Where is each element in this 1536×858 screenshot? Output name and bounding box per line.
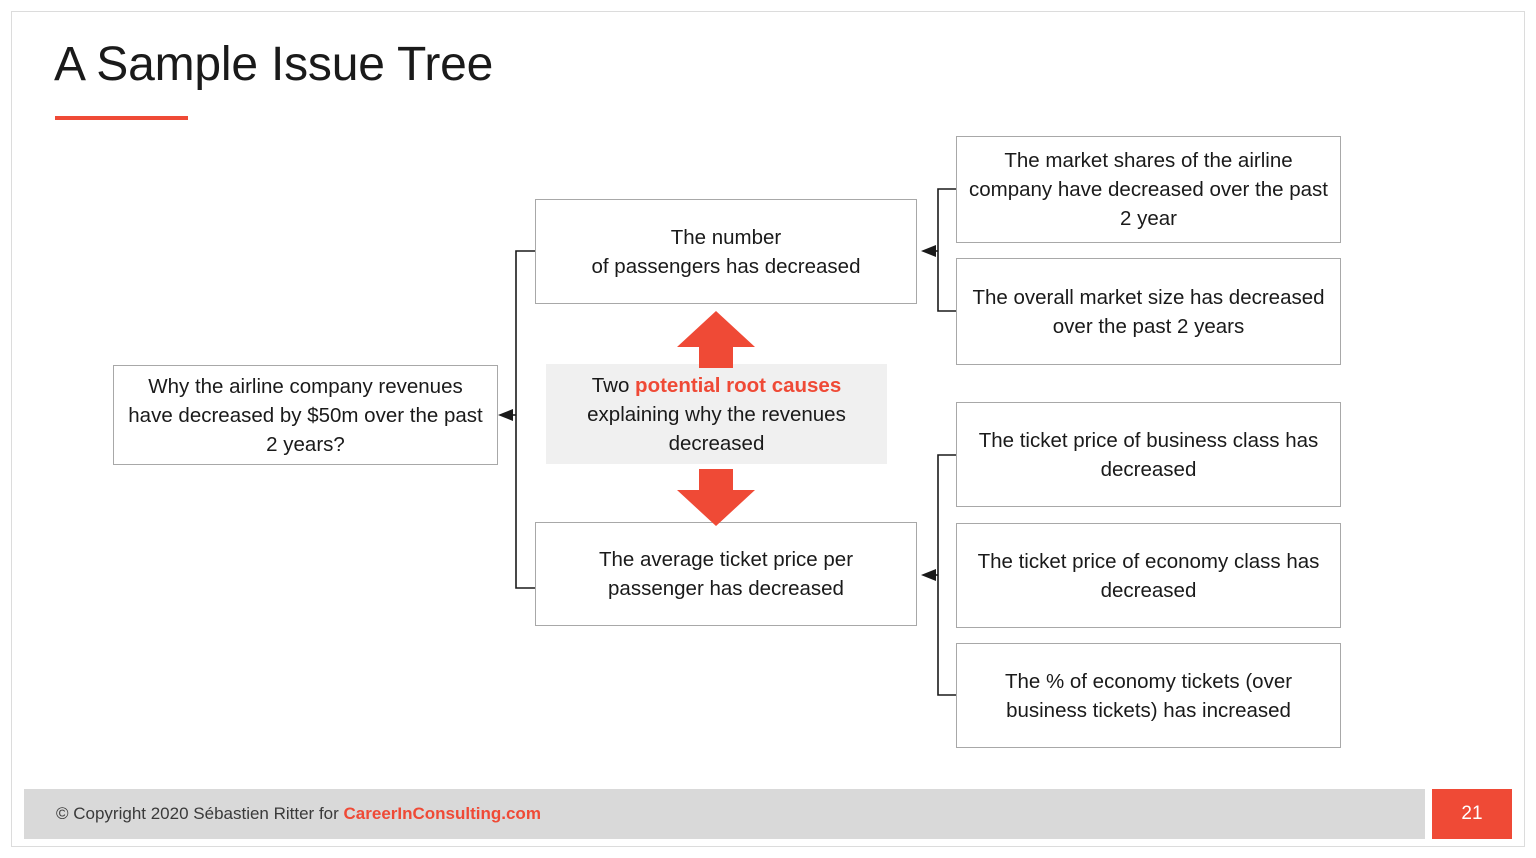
node-passengers[interactable]: The number of passengers has decreased bbox=[535, 199, 917, 304]
node-passengers-line2: of passengers has decreased bbox=[591, 254, 861, 278]
node-economy-ticket-share[interactable]: The % of economy tickets (over business … bbox=[956, 643, 1341, 748]
page-number-badge: 21 bbox=[1432, 789, 1512, 839]
callout-highlight: potential root causes bbox=[635, 373, 842, 397]
footer-copyright: © Copyright 2020 Sébastien Ritter for Ca… bbox=[56, 804, 541, 824]
node-market-shares-label: The market shares of the airline company… bbox=[969, 149, 1328, 230]
node-market-size[interactable]: The overall market size has decreased ov… bbox=[956, 258, 1341, 365]
node-ticket-price-label: The average ticket price per passenger h… bbox=[546, 545, 906, 603]
up-arrow-icon bbox=[677, 311, 755, 368]
node-business-class-price[interactable]: The ticket price of business class has d… bbox=[956, 402, 1341, 507]
node-economy-class-price[interactable]: The ticket price of economy class has de… bbox=[956, 523, 1341, 628]
root-causes-callout-label: Two potential root causes explaining why… bbox=[554, 371, 879, 458]
node-root-label: Why the airline company revenues have de… bbox=[128, 374, 483, 456]
node-ticket-price-line1: The average ticket price per bbox=[598, 548, 854, 571]
node-market-shares[interactable]: The market shares of the airline company… bbox=[956, 136, 1341, 243]
page-title: A Sample Issue Tree bbox=[54, 38, 494, 91]
node-ticket-price[interactable]: The average ticket price per passenger h… bbox=[535, 522, 917, 626]
footer-copyright-text: © Copyright 2020 Sébastien Ritter for bbox=[56, 804, 344, 823]
node-root-question[interactable]: Why the airline company revenues have de… bbox=[113, 365, 498, 465]
down-arrow-icon bbox=[677, 469, 755, 526]
footer-site-link[interactable]: CareerInConsulting.com bbox=[344, 804, 541, 823]
node-business-class-price-label: The ticket price of business class has d… bbox=[978, 428, 1319, 481]
arrowhead-to-root bbox=[498, 409, 513, 421]
root-causes-callout: Two potential root causes explaining why… bbox=[546, 364, 887, 464]
page-number-value: 21 bbox=[1461, 803, 1483, 824]
footer-bar: © Copyright 2020 Sébastien Ritter for Ca… bbox=[24, 789, 1425, 839]
node-passengers-line1: The number bbox=[670, 225, 782, 249]
node-economy-class-price-label: The ticket price of economy class has de… bbox=[977, 549, 1320, 602]
node-market-size-label: The overall market size has decreased ov… bbox=[972, 285, 1325, 338]
arrowhead-to-passengers bbox=[921, 245, 936, 257]
title-underline-accent bbox=[55, 116, 188, 120]
callout-suffix: explaining why the revenues decreased bbox=[587, 402, 846, 455]
arrowhead-to-ticket-price bbox=[921, 569, 936, 581]
node-economy-ticket-share-label: The % of economy tickets (over business … bbox=[1004, 669, 1293, 722]
callout-prefix: Two bbox=[591, 373, 636, 397]
slide-canvas: A Sample Issue Tree Why the airline comp… bbox=[0, 0, 1536, 858]
node-ticket-price-line2: passenger has decreased bbox=[608, 577, 844, 600]
node-passengers-label: The number of passengers has decreased bbox=[546, 223, 906, 281]
